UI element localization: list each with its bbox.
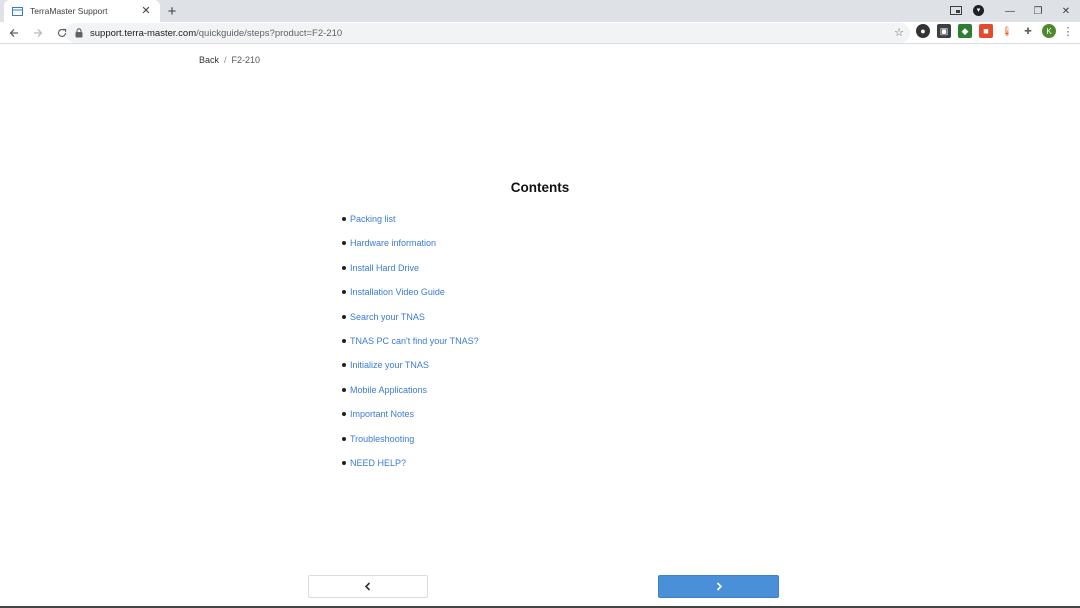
browser-toolbar: support.terra-master.com/quickguide/step… <box>0 22 1080 44</box>
previous-page-button[interactable] <box>308 575 428 598</box>
toc-link-important-notes[interactable]: Important Notes <box>350 408 414 420</box>
breadcrumb-back-link[interactable]: Back <box>199 55 219 65</box>
extension-glasses-icon[interactable]: ● <box>916 24 930 38</box>
toc-link-initialize-your-tnas[interactable]: Initialize your TNAS <box>350 359 429 371</box>
new-tab-icon[interactable]: + <box>164 3 180 19</box>
tab-search-icon[interactable]: ▾ <box>973 4 984 16</box>
url-path: /quickguide/steps?product=F2-210 <box>196 27 343 39</box>
toc-link-troubleshooting[interactable]: Troubleshooting <box>350 433 414 445</box>
browser-tab[interactable]: TerraMaster Support ✕ <box>4 0 160 22</box>
list-item: Initialize your TNAS <box>342 359 479 383</box>
extension-thermometer-icon[interactable]: 🌡 <box>1000 24 1014 38</box>
chevron-left-icon <box>364 578 372 596</box>
bullet-icon <box>342 314 346 319</box>
extension-box-icon[interactable]: ■ <box>979 24 993 38</box>
next-page-button[interactable] <box>658 575 779 598</box>
bullet-icon <box>342 241 346 246</box>
bullet-icon <box>342 363 346 368</box>
toc-link-hardware-information[interactable]: Hardware information <box>350 237 436 249</box>
list-item: Important Notes <box>342 408 479 432</box>
bullet-icon <box>342 436 346 441</box>
bullet-icon <box>342 217 346 221</box>
close-tab-icon[interactable]: ✕ <box>140 5 152 17</box>
breadcrumb-separator: / <box>224 55 227 65</box>
forward-arrow-icon[interactable] <box>28 23 48 43</box>
tab-title: TerraMaster Support <box>30 6 108 16</box>
url-text: support.terra-master.com/quickguide/step… <box>90 28 342 39</box>
list-item: Troubleshooting <box>342 433 479 457</box>
address-bar[interactable]: support.terra-master.com/quickguide/step… <box>66 23 910 43</box>
page-title: Contents <box>510 180 570 195</box>
toc-link-tnas-pc-cant-find[interactable]: TNAS PC can't find your TNAS? <box>350 335 479 347</box>
terramaster-favicon-icon <box>12 6 23 17</box>
list-item: Install Hard Drive <box>342 262 479 286</box>
toc-link-installation-video-guide[interactable]: Installation Video Guide <box>350 286 445 298</box>
profile-avatar[interactable]: K <box>1042 24 1056 38</box>
puzzle-extensions-icon[interactable]: ✚ <box>1021 24 1035 38</box>
minimize-icon[interactable]: — <box>996 0 1024 22</box>
list-item: TNAS PC can't find your TNAS? <box>342 335 479 359</box>
breadcrumb: Back / F2-210 <box>199 55 260 65</box>
kebab-menu-icon[interactable]: ⋮ <box>1063 25 1074 38</box>
back-arrow-icon[interactable] <box>4 23 24 43</box>
list-item: Mobile Applications <box>342 384 479 408</box>
list-item: Hardware information <box>342 237 479 261</box>
toc-link-mobile-applications[interactable]: Mobile Applications <box>350 384 427 396</box>
bullet-icon <box>342 290 346 295</box>
bullet-icon <box>342 338 346 343</box>
list-item: Packing list <box>342 213 479 237</box>
chevron-right-icon <box>715 578 723 596</box>
toc-link-packing-list[interactable]: Packing list <box>350 213 396 225</box>
bullet-icon <box>342 460 346 465</box>
media-control-icon[interactable] <box>949 3 963 17</box>
toc-link-search-your-tnas[interactable]: Search your TNAS <box>350 311 425 323</box>
toc-link-need-help[interactable]: NEED HELP? <box>350 457 406 469</box>
breadcrumb-current: F2-210 <box>231 55 261 65</box>
list-item: Search your TNAS <box>342 311 479 335</box>
extension-shield-icon[interactable]: ◆ <box>958 24 972 38</box>
toc-link-install-hard-drive[interactable]: Install Hard Drive <box>350 262 419 274</box>
bookmark-star-icon[interactable]: ☆ <box>894 26 904 40</box>
contents-list: Packing list Hardware information Instal… <box>342 213 479 481</box>
restore-icon[interactable]: ❐ <box>1024 0 1052 22</box>
bullet-icon <box>342 265 346 270</box>
extension-camera-icon[interactable]: ▣ <box>937 24 951 38</box>
list-item: NEED HELP? <box>342 457 479 481</box>
url-host: support.terra-master.com <box>90 27 197 39</box>
lock-icon[interactable] <box>74 28 84 38</box>
close-window-icon[interactable]: ✕ <box>1052 0 1080 22</box>
tab-strip: TerraMaster Support ✕ + ▾ — ❐ ✕ <box>0 0 1080 22</box>
list-item: Installation Video Guide <box>342 286 479 310</box>
bullet-icon <box>342 412 346 417</box>
bullet-icon <box>342 387 346 392</box>
